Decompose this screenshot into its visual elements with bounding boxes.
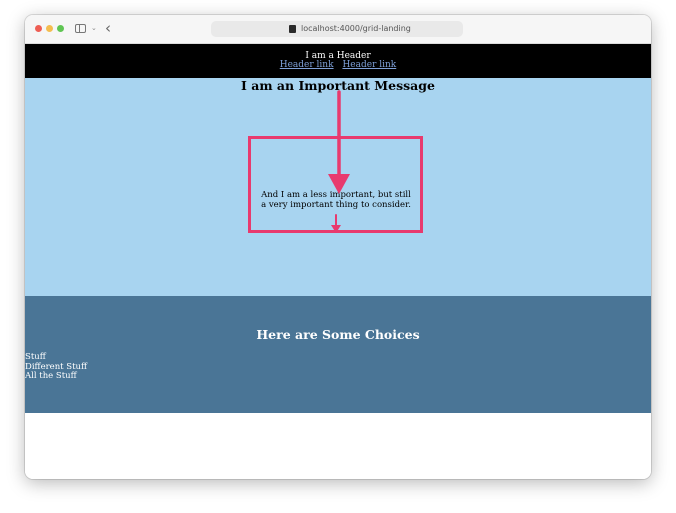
annotation-box bbox=[248, 136, 423, 233]
choices-section: Here are Some Choices Stuff Different St… bbox=[25, 296, 651, 413]
sidebar-toggle-icon[interactable] bbox=[75, 24, 86, 33]
zoom-window-button[interactable] bbox=[57, 25, 64, 32]
hero-section: I am an Important Message And I am a les… bbox=[25, 78, 651, 296]
choice-item: All the Stuff bbox=[25, 371, 77, 381]
close-window-button[interactable] bbox=[35, 25, 42, 32]
choices-title: Here are Some Choices bbox=[256, 327, 420, 342]
page-viewport: I am a Header Header link Header link I … bbox=[25, 44, 651, 479]
site-favicon-icon bbox=[289, 25, 296, 33]
header-link-2[interactable]: Header link bbox=[342, 60, 396, 70]
browser-toolbar: ⌄ ‹ localhost:4000/grid-landing bbox=[25, 15, 651, 44]
address-bar[interactable]: localhost:4000/grid-landing bbox=[211, 21, 463, 37]
chevron-down-icon[interactable]: ⌄ bbox=[91, 24, 97, 32]
hero-title: I am an Important Message bbox=[241, 78, 435, 93]
header-nav: Header link Header link bbox=[25, 60, 651, 71]
site-header: I am a Header Header link Header link bbox=[25, 44, 651, 78]
screenshot-canvas: ⌄ ‹ localhost:4000/grid-landing I am a H… bbox=[0, 0, 676, 513]
back-button-icon[interactable]: ‹ bbox=[105, 19, 111, 37]
header-link-1[interactable]: Header link bbox=[280, 60, 334, 70]
minimize-window-button[interactable] bbox=[46, 25, 53, 32]
address-bar-url: localhost:4000/grid-landing bbox=[301, 24, 411, 33]
choice-list: Stuff Different Stuff All the Stuff bbox=[25, 352, 87, 382]
browser-window: ⌄ ‹ localhost:4000/grid-landing I am a H… bbox=[25, 15, 651, 479]
hero-subtitle: And I am a less important, but still a v… bbox=[261, 190, 411, 210]
